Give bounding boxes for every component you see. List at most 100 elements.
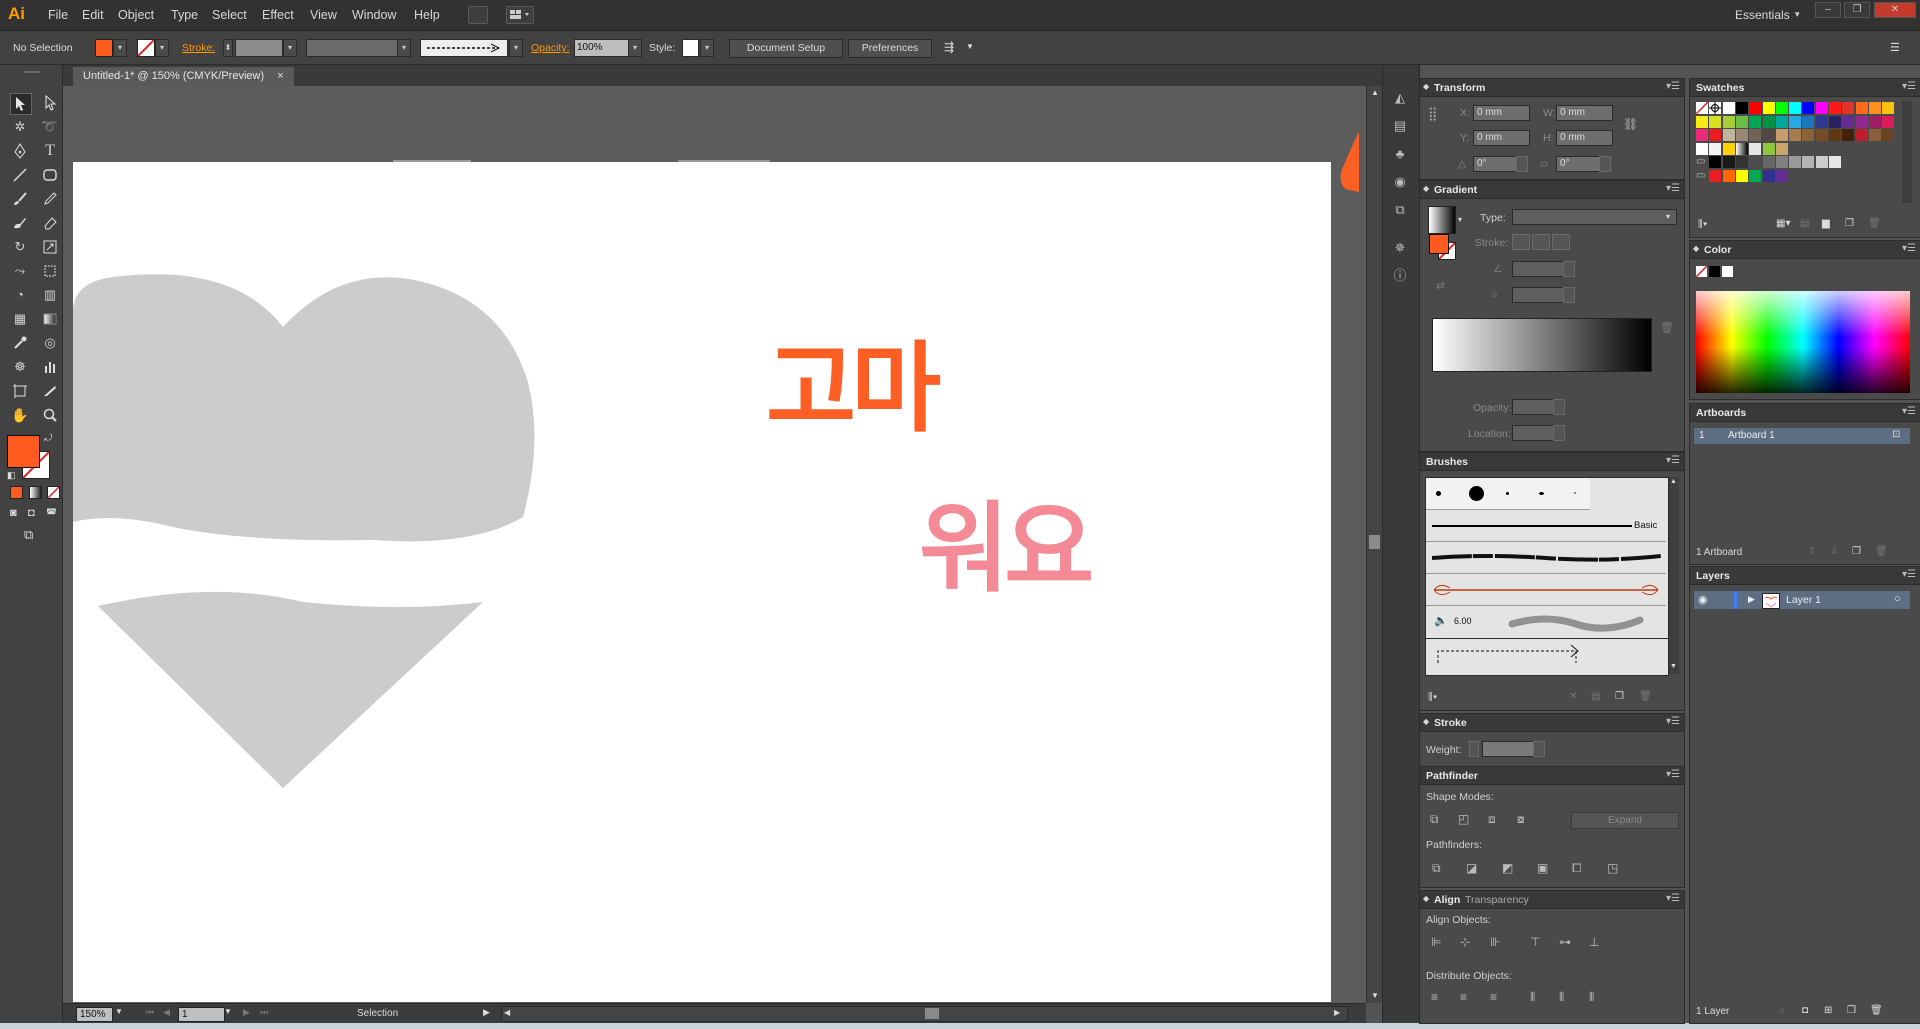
scale-tool-icon[interactable] [40,237,60,257]
trim-icon[interactable]: ◪ [1466,861,1477,875]
zoom-dropdown-icon[interactable]: ▼ [115,1007,123,1016]
links-icon[interactable]: ⧉ [1391,201,1409,219]
brush-tip-large[interactable] [1469,486,1484,501]
color-swatch[interactable] [1709,156,1722,168]
new-color-group-icon[interactable]: ▆ [1822,218,1830,229]
rotate-field[interactable]: 0° [1473,156,1518,172]
color-swatch[interactable] [1749,156,1762,168]
align-vcenter-icon[interactable]: ⊶ [1559,935,1571,949]
swatch-options-icon[interactable]: ▤ [1800,218,1809,229]
hand-tool-icon[interactable]: ✋ [10,405,30,425]
artboard-row-name[interactable]: Artboard 1 [1728,430,1775,441]
aspect-ratio-dropdown[interactable] [1563,287,1575,303]
swatch-libraries-icon[interactable]: ⫼▾ [1698,219,1707,230]
basic-brush-row[interactable]: Basic [1426,510,1666,542]
color-swatch[interactable] [1802,156,1815,168]
symbols-icon[interactable]: ♣ [1391,145,1409,163]
color-swatch[interactable] [1789,102,1802,114]
panel-menu-icon[interactable]: ▾☰ [1902,243,1916,254]
charcoal-brush-row[interactable] [1426,542,1666,574]
color-swatch[interactable] [1855,115,1868,128]
document-setup-button[interactable]: Document Setup [729,39,843,58]
brush-libraries-icon[interactable]: ⫼▾ [1428,692,1437,703]
slice-tool-icon[interactable] [40,381,60,401]
gradient-panel-header[interactable]: ◆ Gradient ▾☰ [1420,181,1684,199]
align-bottom-icon[interactable]: ⊥ [1589,935,1599,949]
distribute-vcenter-icon[interactable]: ≡ [1460,990,1467,1004]
color-swatch[interactable] [1868,102,1881,114]
minus-front-icon[interactable]: ◰ [1458,812,1469,826]
shear-field[interactable]: 0° [1556,156,1601,172]
layers-panel-header[interactable]: Layers ▾☰ [1690,567,1920,585]
panel-menu-icon[interactable]: ▾☰ [1902,81,1916,92]
color-swatch[interactable] [1842,115,1855,128]
color-swatch[interactable] [1882,115,1895,128]
w-field[interactable]: 0 mm [1556,105,1613,121]
line-tool-icon[interactable] [10,165,30,185]
color-swatch[interactable] [1762,102,1775,114]
color-swatch[interactable] [1696,129,1708,141]
gradient-thumbnail[interactable] [1428,206,1456,234]
color-swatch[interactable] [1829,129,1841,141]
move-down-icon[interactable]: ⇩ [1830,546,1838,557]
menu-effect[interactable]: Effect [262,8,294,22]
free-transform-tool-icon[interactable] [40,261,60,281]
color-swatch[interactable] [1815,156,1828,168]
shear-dropdown[interactable] [1599,156,1611,172]
variable-width-dropdown[interactable]: ▾ [397,39,411,57]
preferences-button[interactable]: Preferences [848,39,932,58]
divide-icon[interactable]: ⧉ [1432,861,1441,876]
aspect-ratio-field[interactable] [1512,287,1565,303]
toolbox-grip[interactable] [24,71,40,73]
color-swatch[interactable] [1722,115,1735,128]
brushes-panel-header[interactable]: Brushes ▾☰ [1420,453,1684,471]
color-swatch[interactable] [1842,102,1855,114]
color-swatch[interactable] [1709,142,1722,155]
h-field[interactable]: 0 mm [1556,130,1613,146]
color-swatch[interactable] [1709,115,1722,128]
gradient-location-dropdown[interactable] [1553,425,1565,441]
gradient-opacity-field[interactable] [1512,399,1555,415]
type-tool-icon[interactable]: T [40,141,60,161]
color-swatch[interactable] [1855,102,1868,114]
color-swatch[interactable] [1735,169,1748,182]
panel-menu-icon[interactable]: ▾☰ [1666,893,1680,904]
unite-icon[interactable]: ⧉ [1430,812,1439,827]
stroke-within-button[interactable] [1512,234,1530,250]
screen-mode-icon[interactable]: ⧉ [24,527,33,543]
first-artboard-icon[interactable]: ⏮ [146,1007,154,1018]
minimize-icon[interactable]: – [1815,2,1841,18]
artboard-row[interactable]: 1 Artboard 1 ⊡ [1694,428,1910,444]
layer-row[interactable]: ◉ ▶ Layer 1 ○ [1694,591,1910,609]
color-swatch[interactable] [1789,129,1802,141]
brush-tip-dot[interactable] [1506,492,1509,495]
color-swatch[interactable] [1695,101,1709,115]
fill-color-swatch[interactable] [95,39,113,57]
gradient-mode-icon[interactable] [29,486,42,499]
graphic-styles-icon[interactable]: ◉ [1391,173,1409,191]
perspective-grid-tool-icon[interactable]: ▥ [40,285,60,305]
appearance-icon[interactable]: ▤ [1391,117,1409,135]
bridge-icon[interactable] [468,6,488,24]
scroll-down-icon[interactable]: ▼ [1371,991,1379,1000]
menu-type[interactable]: Type [171,8,198,22]
distribute-top-icon[interactable]: ≡ [1431,990,1438,1004]
rectangle-tool-icon[interactable] [40,165,60,185]
color-swatch[interactable] [1749,169,1762,182]
color-swatch[interactable] [1775,142,1788,155]
artboard[interactable]: 고마 워요 [73,162,1331,1002]
blend-tool-icon[interactable]: ◎ [40,333,60,353]
scroll-down-icon[interactable]: ▼ [1670,663,1677,670]
offcanvas-shape[interactable] [1331,132,1366,192]
color-swatch[interactable] [1855,129,1868,141]
angle-dropdown[interactable] [1563,261,1575,277]
menu-view[interactable]: View [310,8,337,22]
stroke-weight-field[interactable] [235,39,283,57]
brush-definition-dropdown[interactable]: ▾ [509,39,523,57]
color-swatch[interactable] [1762,115,1775,128]
panel-menu-icon[interactable]: ▾☰ [1666,716,1680,727]
magic-wand-tool-icon[interactable]: ✲ [10,117,30,137]
pasteboard[interactable]: 고마 워요 [63,86,1366,1003]
transform-panel-header[interactable]: ◆ Transform ▾☰ [1420,79,1684,97]
stroke-stepper[interactable]: ⬍ [223,39,233,57]
